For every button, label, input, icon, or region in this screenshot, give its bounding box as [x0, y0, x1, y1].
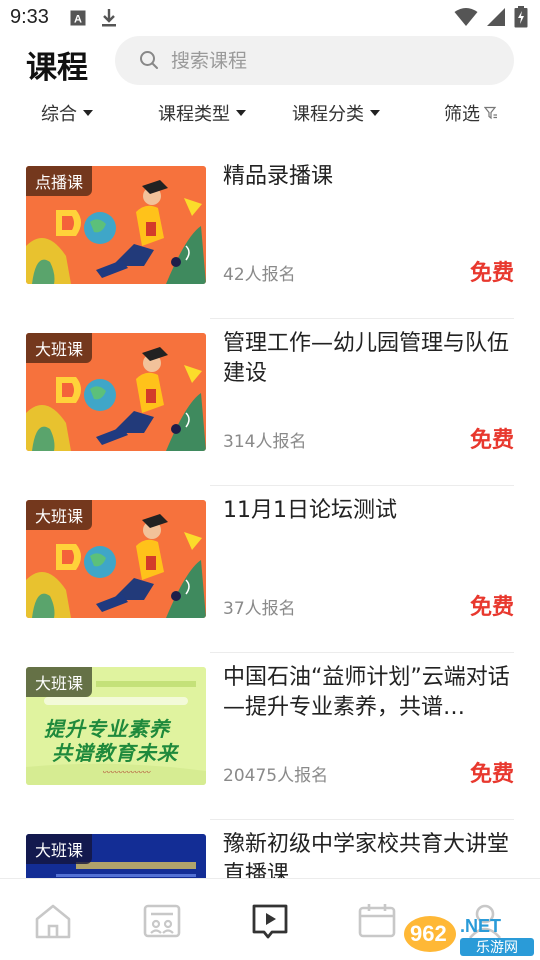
course-type-badge: 大班课	[26, 333, 93, 363]
course-title: 豫新初级中学家校共育大讲堂直播课	[223, 832, 510, 878]
course-thumbnail: 点播课	[26, 166, 206, 284]
search-input[interactable]	[171, 36, 491, 85]
course-item[interactable]: 大班课 11月1日论坛测试 37人报名 免费	[0, 486, 540, 653]
filter-comprehensive[interactable]: 综合	[41, 100, 93, 126]
course-price: 免费	[469, 261, 514, 286]
svg-text:乐游网: 乐游网	[476, 940, 518, 956]
course-thumbnail: 〰〰〰〰〰〰 提升专业素养 共谱教育未来 大班课	[26, 667, 206, 785]
wifi-icon	[454, 8, 478, 26]
search-box[interactable]	[115, 36, 514, 85]
filter-label: 课程分类	[292, 104, 364, 125]
banner-headline-2: 共谱教育未来	[52, 741, 178, 765]
course-type-badge: 大班课	[26, 500, 93, 530]
home-icon	[35, 904, 71, 939]
course-type-badge: 大班课	[26, 667, 93, 697]
signal-icon	[487, 8, 505, 26]
status-right-icons	[454, 6, 528, 28]
course-thumbnail: 大班课	[26, 333, 206, 451]
course-item[interactable]: 〰〰〰〰〰〰 提升专业素养 共谱教育未来 大班课 中国石油“益师计划”云端对话—…	[0, 653, 540, 820]
course-thumbnail: 大班课	[26, 500, 206, 618]
calendar-icon	[358, 904, 396, 938]
page-title: 课程	[26, 50, 88, 86]
962-net-logo: 962 .NET 乐游网	[404, 916, 534, 956]
battery-charging-icon	[514, 6, 528, 28]
caret-down-icon	[236, 110, 246, 116]
course-thumbnail: 大班课	[26, 834, 206, 878]
course-type-badge: 大班课	[26, 834, 93, 864]
nav-schedule[interactable]	[355, 899, 399, 943]
course-price: 免费	[469, 595, 514, 620]
course-list: 点播课 精品录播课 42人报名 免费 大班课 管理工作—幼儿园管理与队伍建设 3…	[0, 152, 540, 878]
course-item[interactable]: 大班课 豫新初级中学家校共育大讲堂直播课	[0, 820, 540, 878]
svg-text:.NET: .NET	[460, 916, 501, 936]
keyboard-a-icon: A	[70, 10, 86, 26]
filter-label: 课程类型	[158, 104, 230, 125]
filter-course-category[interactable]: 课程分类	[292, 100, 380, 126]
nav-classroom[interactable]	[140, 899, 184, 943]
header: 课程	[0, 36, 540, 90]
filter-label: 综合	[41, 104, 77, 125]
filter-course-type[interactable]: 课程类型	[158, 100, 246, 126]
course-item[interactable]: 大班课 管理工作—幼儿园管理与队伍建设 314人报名 免费	[0, 319, 540, 486]
filter-label: 筛选	[444, 104, 480, 125]
download-icon	[102, 9, 116, 27]
course-type-badge: 点播课	[26, 166, 93, 196]
status-left-icons: A	[70, 8, 118, 28]
course-title: 中国石油“益师计划”云端对话—提升专业素养，共谱…	[223, 665, 510, 720]
caret-down-icon	[83, 110, 93, 116]
course-item[interactable]: 点播课 精品录播课 42人报名 免费	[0, 152, 540, 319]
course-title: 11月1日论坛测试	[223, 498, 397, 523]
svg-text:962: 962	[410, 921, 447, 946]
search-icon	[140, 51, 158, 69]
svg-text:A: A	[74, 14, 82, 26]
watermark-logo: 962 .NET 乐游网	[400, 908, 540, 960]
filter-screen[interactable]: 筛选	[444, 100, 498, 126]
enrolled-count: 314人报名	[223, 432, 307, 452]
nav-home[interactable]	[31, 899, 75, 943]
course-title: 管理工作—幼儿园管理与队伍建设	[223, 331, 510, 386]
course-play-icon	[252, 904, 288, 939]
caret-down-icon	[370, 110, 380, 116]
enrolled-count: 42人报名	[223, 265, 296, 285]
status-bar: 9:33 A	[0, 0, 540, 36]
status-time: 9:33	[10, 6, 49, 28]
enrolled-count: 37人报名	[223, 599, 296, 619]
course-price: 免费	[469, 428, 514, 453]
enrolled-count: 20475人报名	[223, 766, 329, 786]
course-price: 免费	[469, 762, 514, 787]
filter-funnel-icon	[484, 106, 497, 120]
classroom-icon	[143, 904, 181, 938]
svg-text:〰〰〰〰〰〰: 〰〰〰〰〰〰	[102, 768, 152, 777]
course-title: 精品录播课	[223, 164, 334, 189]
filter-bar: 综合 课程类型 课程分类 筛选	[0, 92, 540, 136]
nav-course[interactable]	[248, 899, 292, 943]
